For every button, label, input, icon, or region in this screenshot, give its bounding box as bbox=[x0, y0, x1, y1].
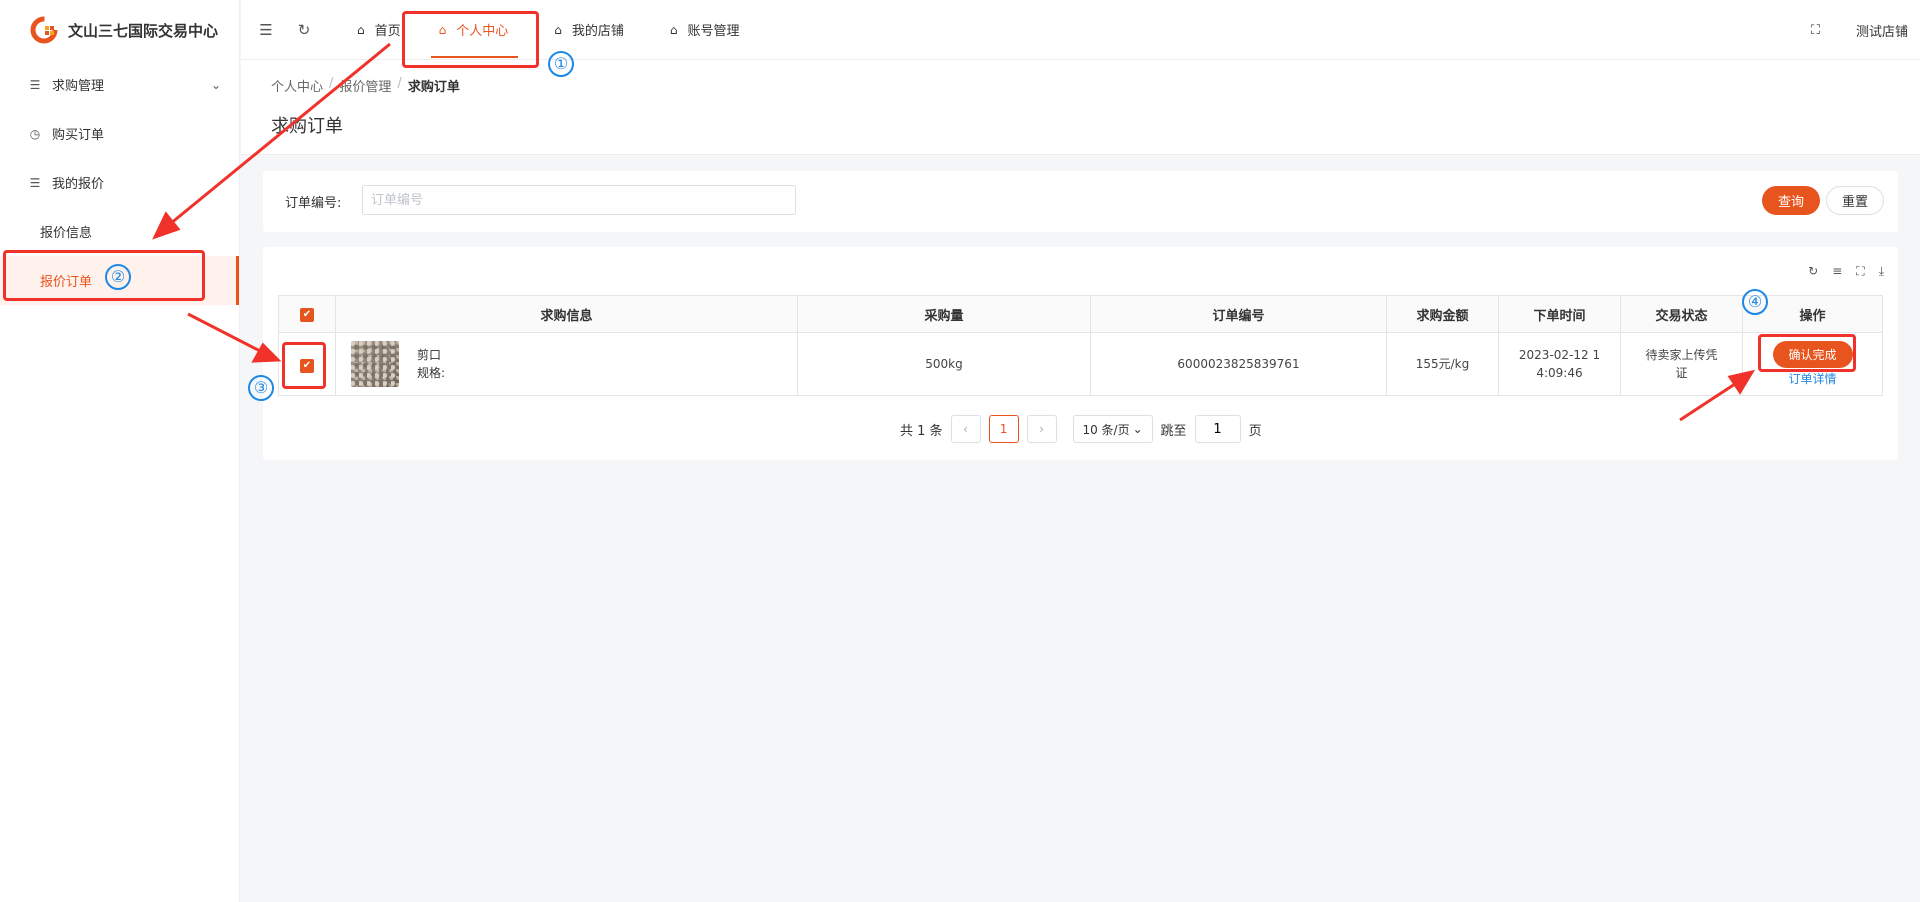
search-panel: 订单编号: 查询 重置 bbox=[263, 171, 1898, 232]
top-navbar: ☰ ↻ ⌂ 首页 ⌂ 个人中心 ⌂ 我的店铺 ⌂ 账号管理 ⛶ 测试店铺 bbox=[241, 0, 1920, 60]
page-number[interactable]: 1 bbox=[988, 415, 1019, 443]
next-page-button[interactable]: › bbox=[1026, 415, 1057, 443]
sidebar-item-my-quotes[interactable]: ☰ 我的报价 bbox=[0, 158, 239, 207]
order-number-label: 订单编号: bbox=[285, 196, 342, 211]
tab-home[interactable]: ⌂ 首页 bbox=[341, 0, 419, 60]
tab-my-shop[interactable]: ⌂ 我的店铺 bbox=[538, 0, 642, 60]
column-header: 订单编号 bbox=[1090, 295, 1387, 333]
status-line: 证 bbox=[1675, 366, 1688, 380]
download-icon[interactable]: ⤓ bbox=[1879, 264, 1884, 279]
breadcrumb-item[interactable]: 个人中心 bbox=[271, 76, 323, 95]
goods-cell: 剪口 规格: bbox=[335, 332, 798, 396]
sidebar-item-label: 购买订单 bbox=[52, 128, 105, 143]
sidebar-item-purchase-management[interactable]: ☰ 求购管理 ⌄ bbox=[0, 60, 239, 109]
order-time-line: 2023-02-12 1 bbox=[1518, 348, 1601, 362]
page-size-value: 10 条/页 bbox=[1082, 422, 1130, 437]
annotation-number: ③ bbox=[248, 375, 274, 401]
annotation-number: ② bbox=[105, 264, 131, 290]
column-header: 求购信息 bbox=[335, 295, 798, 333]
sidebar-subitem-quote-info[interactable]: 报价信息 bbox=[0, 207, 239, 256]
home-icon: ⌂ bbox=[669, 22, 678, 37]
page-size-select[interactable]: 10 条/页 ⌄ bbox=[1072, 415, 1153, 443]
clock-icon: ◷ bbox=[29, 126, 41, 141]
total-count: 共 1 条 bbox=[900, 423, 943, 439]
tab-label: 个人中心 bbox=[456, 24, 509, 39]
column-header: 下单时间 bbox=[1498, 295, 1621, 333]
breadcrumb-item[interactable]: 报价管理 bbox=[339, 76, 391, 95]
orders-table: ✔ 求购信息 采购量 订单编号 求购金额 下单时间 交易状态 操作 ✔ 剪口 规… bbox=[278, 295, 1883, 396]
column-header: 求购金额 bbox=[1386, 295, 1499, 333]
goods-name: 剪口 bbox=[417, 348, 442, 362]
order-detail-link[interactable]: 订单详情 bbox=[1743, 370, 1882, 388]
tab-label: 首页 bbox=[374, 24, 401, 39]
page-header bbox=[241, 60, 1920, 155]
table-header-row: ✔ 求购信息 采购量 订单编号 求购金额 下单时间 交易状态 操作 bbox=[278, 295, 1883, 333]
sidebar-item-label: 我的报价 bbox=[52, 177, 105, 192]
confirm-complete-button[interactable]: 确认完成 bbox=[1772, 340, 1853, 368]
actions-cell: 确认完成 订单详情 bbox=[1742, 332, 1883, 396]
logo: 文山三七国际交易中心 bbox=[0, 0, 239, 60]
column-header: 采购量 bbox=[797, 295, 1091, 333]
tab-label: 账号管理 bbox=[687, 24, 740, 39]
sidebar-item-label: 报价信息 bbox=[40, 226, 93, 241]
table-toolbar: ↻ ≡ ⛶ ⤓ bbox=[1808, 264, 1884, 279]
order-time-line: 4:09:46 bbox=[1536, 366, 1583, 380]
home-icon: ⌂ bbox=[357, 22, 365, 37]
home-icon: ⌂ bbox=[554, 22, 562, 37]
table-row: ✔ 剪口 规格: 500kg 6000023825839761 155元/kg … bbox=[278, 332, 1883, 396]
breadcrumb-separator: / bbox=[397, 76, 402, 91]
select-all-cell: ✔ bbox=[278, 295, 336, 333]
row-checkbox[interactable]: ✔ bbox=[300, 359, 314, 373]
jump-page-input[interactable] bbox=[1194, 415, 1241, 443]
pagination: 共 1 条 ‹ 1 › 10 条/页⌄ 跳至 页 bbox=[900, 415, 1262, 443]
fullscreen-icon[interactable]: ⛶ bbox=[1856, 264, 1864, 279]
sliders-icon: ☰ bbox=[29, 175, 41, 190]
density-icon[interactable]: ≡ bbox=[1832, 264, 1842, 279]
query-button[interactable]: 查询 bbox=[1762, 186, 1820, 215]
reset-button[interactable]: 重置 bbox=[1826, 186, 1884, 215]
order-time-cell: 2023-02-12 1 4:09:46 bbox=[1498, 332, 1621, 396]
sidebar-item-label: 求购管理 bbox=[52, 79, 105, 94]
sidebar: 文山三七国际交易中心 ☰ 求购管理 ⌄ ◷ 购买订单 ☰ 我的报价 报价信息 报… bbox=[0, 0, 240, 902]
row-select-cell: ✔ bbox=[278, 332, 336, 396]
status-line: 待卖家上传凭 bbox=[1645, 348, 1718, 362]
chevron-down-icon: ⌄ bbox=[210, 77, 221, 92]
tab-personal-center[interactable]: ⌂ 个人中心 bbox=[423, 0, 527, 60]
breadcrumb: 个人中心 / 报价管理 / 求购订单 bbox=[271, 76, 460, 95]
tab-label: 我的店铺 bbox=[571, 24, 624, 39]
amount-cell: 155元/kg bbox=[1386, 332, 1499, 396]
prev-page-button[interactable]: ‹ bbox=[950, 415, 981, 443]
table-panel: ↻ ≡ ⛶ ⤓ ✔ 求购信息 采购量 订单编号 求购金额 下单时间 交易状态 操… bbox=[263, 247, 1898, 460]
refresh-icon[interactable]: ↻ bbox=[1808, 264, 1818, 279]
select-all-checkbox[interactable]: ✔ bbox=[300, 308, 314, 322]
product-thumbnail bbox=[351, 341, 399, 387]
order-number-input[interactable] bbox=[362, 185, 796, 215]
order-number-cell: 6000023825839761 bbox=[1090, 332, 1387, 396]
topbar-right: ⛶ 测试店铺 bbox=[1811, 0, 1908, 60]
breadcrumb-separator: / bbox=[329, 76, 334, 91]
column-header: 交易状态 bbox=[1620, 295, 1743, 333]
app-title: 文山三七国际交易中心 bbox=[68, 21, 219, 40]
annotation-number: ① bbox=[548, 51, 574, 77]
page-suffix: 页 bbox=[1248, 423, 1262, 439]
menu-collapse-icon[interactable]: ☰ bbox=[249, 21, 283, 39]
shop-name[interactable]: 测试店铺 bbox=[1856, 21, 1908, 40]
logo-icon bbox=[30, 16, 58, 44]
sidebar-item-label: 报价订单 bbox=[40, 275, 93, 290]
annotation-number: ④ bbox=[1742, 289, 1768, 315]
quantity-cell: 500kg bbox=[797, 332, 1091, 396]
status-cell: 待卖家上传凭 证 bbox=[1620, 332, 1743, 396]
page-title: 求购订单 bbox=[271, 116, 343, 137]
tab-account-management[interactable]: ⌂ 账号管理 bbox=[654, 0, 758, 60]
fullscreen-icon[interactable]: ⛶ bbox=[1811, 23, 1820, 38]
home-icon: ⌂ bbox=[438, 22, 447, 37]
chevron-down-icon: ⌄ bbox=[1132, 422, 1143, 436]
jump-label: 跳至 bbox=[1160, 423, 1187, 439]
sliders-icon: ☰ bbox=[29, 77, 41, 92]
breadcrumb-current: 求购订单 bbox=[407, 80, 460, 95]
refresh-icon[interactable]: ↻ bbox=[287, 21, 321, 39]
sidebar-item-purchase-orders[interactable]: ◷ 购买订单 bbox=[0, 109, 239, 158]
goods-spec: 规格: bbox=[417, 366, 446, 380]
